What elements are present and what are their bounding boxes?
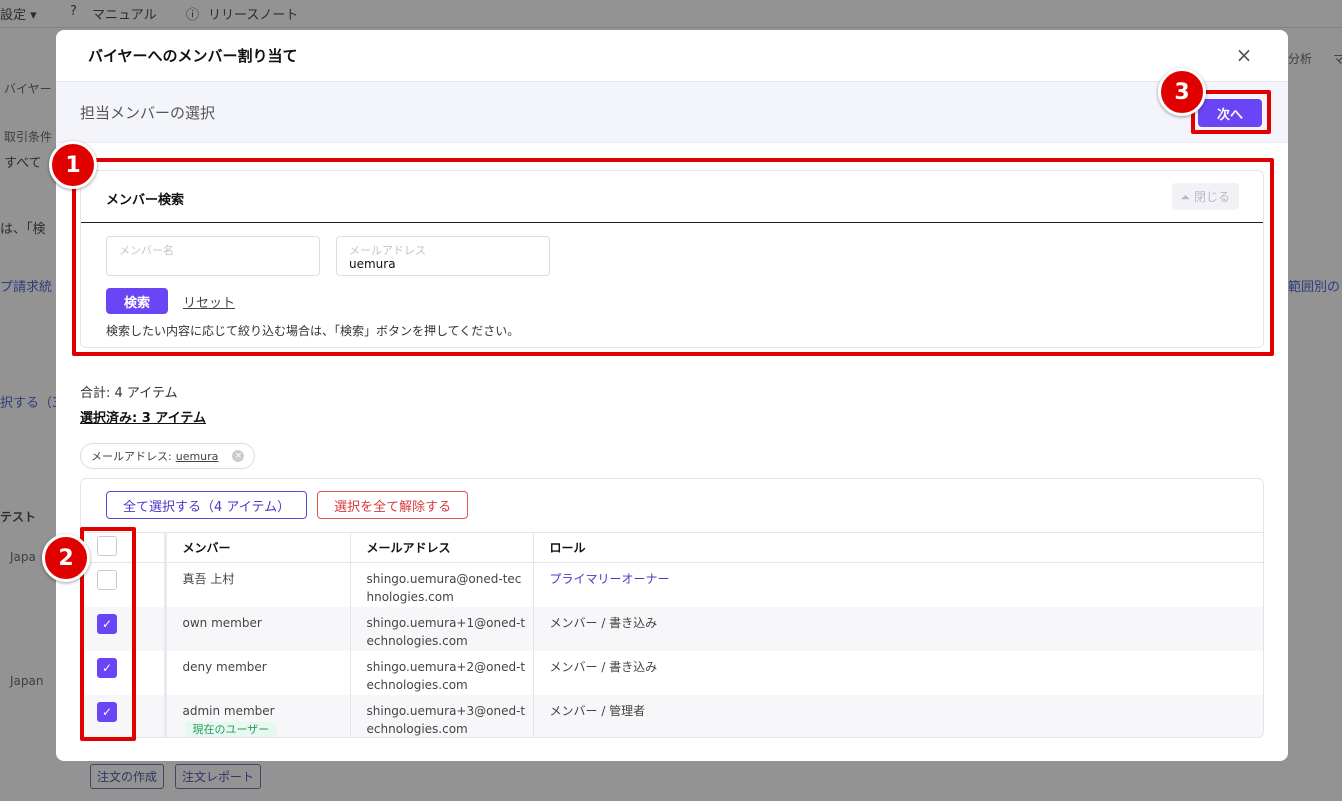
- table-row[interactable]: 真吾 上村 shingo.uemura@oned-tec hnologies.co…: [81, 562, 1263, 607]
- row-checkbox-checked[interactable]: ✓: [97, 613, 117, 634]
- annotation-badge-2: 2: [42, 534, 90, 582]
- member-name: 真吾 上村: [165, 562, 351, 607]
- table-row[interactable]: ✓ own member shingo.uemura+1@oned-t echno…: [81, 606, 1263, 651]
- email-input[interactable]: [349, 257, 539, 271]
- annotation-badge-1: 1: [49, 141, 97, 189]
- member-email-cont: echnologies.com: [366, 677, 468, 692]
- table-row[interactable]: ✓ admin member 現在のユーザー shingo.uemura+3@on…: [81, 694, 1263, 737]
- member-email-cont: echnologies.com: [366, 633, 468, 648]
- current-user-badge: 現在のユーザー: [184, 721, 278, 737]
- member-email: shingo.uemura+2@oned-t: [366, 659, 526, 674]
- member-role: メンバー / 書き込み: [533, 606, 1263, 651]
- divider: [81, 222, 1263, 223]
- email-label: メールアドレス: [349, 244, 426, 257]
- member-name-input[interactable]: [119, 257, 309, 271]
- select-all-button[interactable]: 全て選択する（4 アイテム）: [106, 491, 308, 519]
- member-role: メンバー / 書き込み: [549, 659, 658, 674]
- annotation-badge-3: 3: [1158, 68, 1206, 116]
- search-hint: 検索したい内容に応じて絞り込む場合は、「検索」ボタンを押してください。: [106, 324, 520, 338]
- member-role: プライマリーオーナー: [549, 572, 670, 586]
- column-header-email: メールアドレス: [350, 532, 534, 563]
- step-header: 担当メンバーの選択 次へ: [56, 82, 1288, 143]
- modal-header: バイヤーへのメンバー割り当て ×: [56, 30, 1288, 82]
- column-header-member: メンバー: [165, 532, 351, 563]
- remove-filter-icon[interactable]: ×: [232, 450, 245, 462]
- table-row[interactable]: ✓ deny member shingo.uemura+2@oned-t echn…: [81, 650, 1263, 695]
- member-name: own member: [165, 606, 351, 651]
- filter-chip-label: メールアドレス:: [91, 450, 172, 463]
- member-name-label: メンバー名: [119, 244, 174, 257]
- member-table-container: 全て選択する（4 アイテム） 選択を全て解除する メンバー メールアドレス ロー…: [80, 478, 1264, 738]
- email-field[interactable]: メールアドレス: [336, 236, 550, 276]
- member-email: shingo.uemura+3@oned-t: [366, 703, 526, 718]
- step-title: 担当メンバーの選択: [80, 103, 216, 122]
- filter-chip-value: uemura: [175, 449, 219, 463]
- deselect-all-button[interactable]: 選択を全て解除する: [317, 491, 469, 519]
- member-name: admin member: [182, 703, 275, 718]
- filter-chip: メールアドレス: uemura ×: [80, 443, 256, 469]
- reset-link[interactable]: リセット: [183, 292, 235, 311]
- search-button[interactable]: 検索: [106, 288, 168, 314]
- member-email-cont: echnologies.com: [366, 721, 468, 736]
- search-panel-title: メンバー検索: [106, 193, 185, 208]
- member-name: deny member: [165, 650, 351, 695]
- header-checkbox[interactable]: [97, 536, 117, 556]
- member-role: メンバー / 管理者: [533, 694, 1263, 737]
- next-button[interactable]: 次へ: [1198, 99, 1262, 127]
- total-count: 合計: 4 アイテム: [80, 386, 178, 401]
- collapse-panel-button[interactable]: ⏶ 閉じる: [1171, 183, 1239, 210]
- member-email-cont: hnologies.com: [366, 590, 454, 604]
- modal-title: バイヤーへのメンバー割り当て: [88, 47, 298, 65]
- assign-member-modal: バイヤーへのメンバー割り当て × 担当メンバーの選択 次へ メンバー検索 ⏶ 閉…: [56, 30, 1288, 761]
- close-icon[interactable]: ×: [1234, 45, 1254, 65]
- row-checkbox-checked[interactable]: ✓: [97, 657, 117, 678]
- member-table: メンバー メールアドレス ロール 真吾 上村 shingo.uemura@one…: [81, 532, 1263, 737]
- selected-count[interactable]: 選択済み: 3 アイテム: [80, 407, 206, 426]
- member-search-panel: メンバー検索 ⏶ 閉じる メンバー名 メールアドレス 検索 リセット 検索したい…: [80, 170, 1264, 348]
- row-checkbox-checked[interactable]: ✓: [97, 701, 117, 722]
- member-name-field[interactable]: メンバー名: [106, 236, 320, 276]
- column-header-role: ロール: [533, 532, 1263, 563]
- member-email: shingo.uemura@oned-tec: [366, 572, 522, 586]
- member-email: shingo.uemura+1@oned-t: [366, 615, 526, 630]
- row-checkbox[interactable]: [97, 570, 117, 590]
